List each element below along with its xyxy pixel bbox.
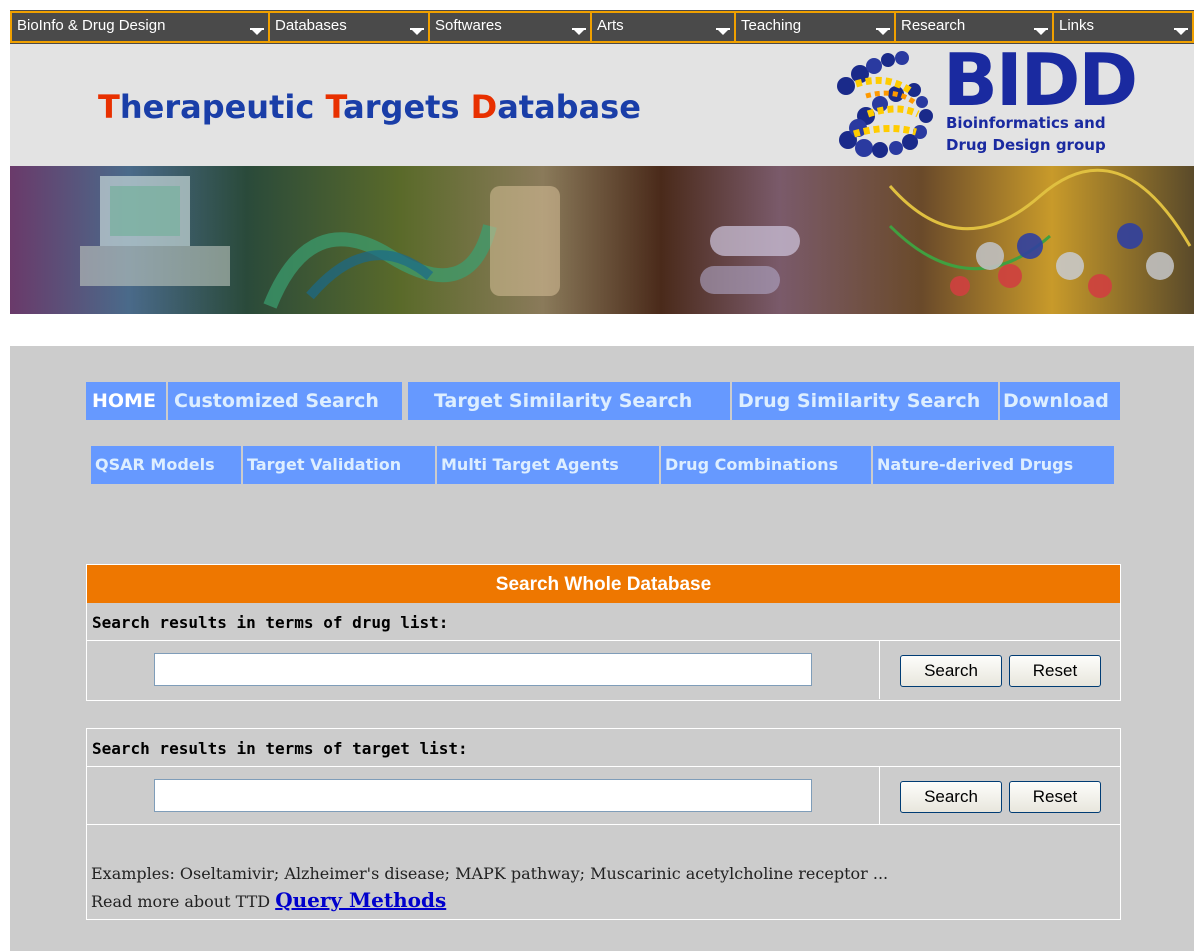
nav-download[interactable]: Download (1000, 382, 1120, 420)
search-panel-target: Search results in terms of target list: … (86, 728, 1121, 920)
title-initial: T (325, 88, 344, 126)
title-initial: T (98, 88, 120, 126)
dropdown-arrow-icon (876, 28, 890, 35)
nav-multi-target-agents[interactable]: Multi Target Agents (437, 446, 659, 484)
read-more-line: Read more about TTD Query Methods (91, 887, 1120, 915)
banner-image (10, 166, 1194, 314)
site-title: Therapeutic Targets Database (98, 88, 641, 126)
drug-search-button[interactable]: Search (900, 655, 1002, 687)
target-reset-button[interactable]: Reset (1009, 781, 1101, 813)
menu-label: Links (1059, 17, 1095, 34)
column-divider (879, 641, 880, 699)
logo-line2: Drug Design group (946, 136, 1106, 154)
menu-label: Arts (597, 17, 624, 34)
nav-drug-similarity-search[interactable]: Drug Similarity Search (732, 382, 998, 420)
dropdown-arrow-icon (572, 28, 586, 35)
menu-bioinfo[interactable]: BioInfo & Drug Design (10, 11, 268, 43)
column-divider (879, 767, 880, 824)
drug-search-input[interactable] (154, 653, 812, 686)
menu-label: BioInfo & Drug Design (17, 17, 166, 34)
menu-label: Softwares (435, 17, 502, 34)
site-header: Therapeutic Targets Database BIDD Bioinf… (10, 38, 1194, 166)
menu-databases[interactable]: Databases (268, 11, 428, 43)
dropdown-arrow-icon (250, 28, 264, 35)
title-word: atabase (497, 88, 641, 126)
menu-label: Research (901, 17, 966, 34)
target-search-row: Search Reset (87, 767, 1120, 825)
nav-customized-search[interactable]: Customized Search (168, 382, 402, 420)
dropdown-arrow-icon (1174, 28, 1188, 35)
search-panel-drug: Search Whole Database Search results in … (86, 564, 1121, 701)
nav-target-similarity-search[interactable]: Target Similarity Search (408, 382, 730, 420)
nav-qsar-models[interactable]: QSAR Models (91, 446, 241, 484)
drug-list-label: Search results in terms of drug list: (87, 603, 1120, 641)
bidd-logo[interactable]: BIDD Bioinformatics and Drug Design grou… (818, 38, 1173, 166)
menu-arts[interactable]: Arts (590, 11, 734, 43)
dropdown-arrow-icon (410, 28, 424, 35)
nav-nature-derived-drugs[interactable]: Nature-derived Drugs (873, 446, 1114, 484)
menu-softwares[interactable]: Softwares (428, 11, 590, 43)
dropdown-arrow-icon (1034, 28, 1048, 35)
nav-home[interactable]: HOME (86, 382, 166, 420)
target-search-button[interactable]: Search (900, 781, 1002, 813)
menu-label: Databases (275, 17, 347, 34)
drug-reset-button[interactable]: Reset (1009, 655, 1101, 687)
logo-line1: Bioinformatics and (946, 114, 1106, 132)
menu-teaching[interactable]: Teaching (734, 11, 894, 43)
logo-letters: BIDD (943, 38, 1138, 122)
science-collage-image (10, 166, 1194, 314)
nav-drug-combinations[interactable]: Drug Combinations (661, 446, 871, 484)
spacer (10, 314, 1194, 346)
title-word: herapeutic (119, 88, 326, 126)
dropdown-arrow-icon (716, 28, 730, 35)
main-content: HOME Customized Search Target Similarity… (10, 346, 1194, 951)
menu-label: Teaching (741, 17, 802, 34)
examples-block: Examples: Oseltamivir; Alzheimer's disea… (87, 825, 1120, 915)
search-panel-title: Search Whole Database (87, 565, 1120, 603)
target-search-input[interactable] (154, 779, 812, 812)
title-word: argets (343, 88, 471, 126)
nav-target-validation[interactable]: Target Validation (243, 446, 435, 484)
examples-text: Examples: Oseltamivir; Alzheimer's disea… (91, 864, 889, 883)
target-list-label: Search results in terms of target list: (87, 729, 1120, 767)
read-more-text: Read more about TTD (91, 892, 276, 911)
drug-search-row: Search Reset (87, 641, 1120, 699)
title-initial: D (470, 88, 498, 126)
query-methods-link[interactable]: Query Methods (275, 888, 446, 912)
